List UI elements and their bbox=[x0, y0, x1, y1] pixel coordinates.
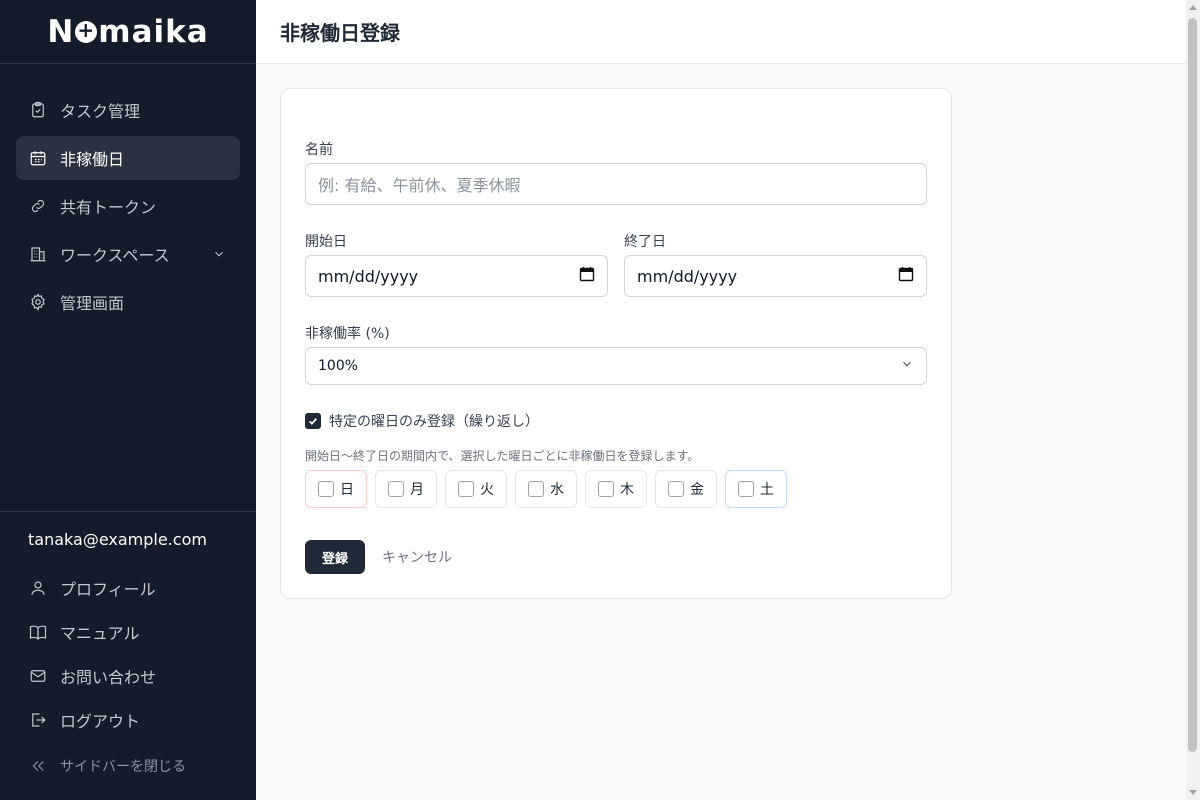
weekday-label: 土 bbox=[760, 482, 774, 498]
weekday-mon[interactable]: 月 bbox=[375, 470, 437, 508]
sidebar-item-label: タスク管理 bbox=[60, 102, 141, 121]
weekday-checkbox[interactable] bbox=[528, 481, 544, 497]
page-header: 非稼働日登録 bbox=[256, 0, 1186, 64]
repeat-checkbox[interactable] bbox=[305, 413, 321, 429]
scroll-up-arrow[interactable] bbox=[1189, 5, 1197, 10]
weekday-sat[interactable]: 土 bbox=[725, 470, 787, 508]
weekday-checkbox[interactable] bbox=[668, 481, 684, 497]
sidebar-item-non-working-days[interactable]: 非稼働日 bbox=[16, 136, 240, 180]
weekday-wed[interactable]: 水 bbox=[515, 470, 577, 508]
name-placeholder: 例: 有給、午前休、夏季休暇 bbox=[318, 176, 521, 195]
profile-label: プロフィール bbox=[60, 580, 156, 599]
sidebar-item-label: 共有トークン bbox=[60, 198, 157, 217]
sidebar-item-label: ワークスペース bbox=[60, 246, 170, 265]
weekday-label: 木 bbox=[620, 482, 634, 498]
contact-link[interactable]: お問い合わせ bbox=[16, 654, 240, 698]
weekday-label: 金 bbox=[690, 482, 704, 498]
sidebar: Nmaika タスク管理 非稼働日 共有トークン ワークスペース 管理画面 ta… bbox=[0, 0, 256, 800]
end-date-value: mm/dd/yyyy bbox=[637, 266, 738, 286]
collapse-sidebar-label: サイドバーを閉じる bbox=[60, 759, 186, 775]
weekday-checkbox[interactable] bbox=[738, 481, 754, 497]
user-email: tanaka@example.com bbox=[28, 530, 207, 549]
chevron-down-icon bbox=[900, 357, 914, 375]
start-date-label: 開始日 bbox=[305, 234, 347, 250]
weekday-fri[interactable]: 金 bbox=[655, 470, 717, 508]
weekday-label: 月 bbox=[410, 482, 424, 498]
user-icon bbox=[28, 578, 48, 598]
sidebar-item-label: 非稼働日 bbox=[60, 150, 125, 169]
sidebar-item-admin[interactable]: 管理画面 bbox=[16, 280, 240, 324]
start-date-input[interactable]: mm/dd/yyyy bbox=[305, 255, 608, 297]
weekday-checkbox[interactable] bbox=[598, 481, 614, 497]
calendar-picker-icon[interactable] bbox=[579, 266, 595, 286]
weekday-label: 水 bbox=[550, 482, 564, 498]
logo-icon bbox=[75, 18, 98, 43]
form-card: 名前 例: 有給、午前休、夏季休暇 開始日 mm/dd/yyyy 終了日 mm/… bbox=[280, 88, 952, 599]
sidebar-item-share-tokens[interactable]: 共有トークン bbox=[16, 184, 240, 228]
weekday-label: 日 bbox=[340, 482, 354, 498]
cancel-button[interactable]: キャンセル bbox=[382, 540, 452, 574]
sidebar-footer: tanaka@example.com プロフィール マニュアル お問い合わせ ロ… bbox=[0, 511, 256, 788]
link-icon bbox=[28, 196, 48, 216]
collapse-sidebar-button[interactable]: サイドバーを閉じる bbox=[16, 744, 240, 788]
vertical-scrollbar[interactable] bbox=[1186, 0, 1200, 800]
end-date-input[interactable]: mm/dd/yyyy bbox=[624, 255, 927, 297]
sidebar-item-label: 管理画面 bbox=[60, 294, 125, 313]
rate-select[interactable]: 100% bbox=[305, 347, 927, 385]
name-label: 名前 bbox=[305, 142, 333, 158]
page-title: 非稼働日登録 bbox=[280, 21, 400, 45]
gear-icon bbox=[28, 292, 48, 312]
weekday-checkbox[interactable] bbox=[458, 481, 474, 497]
weekday-selector: 日 月 火 水 木 金 土 bbox=[305, 470, 795, 508]
book-icon bbox=[28, 622, 48, 642]
logo-area: Nmaika bbox=[0, 0, 256, 64]
mail-icon bbox=[28, 666, 48, 686]
scroll-down-arrow[interactable] bbox=[1189, 790, 1197, 795]
rate-label: 非稼働率 (%) bbox=[305, 326, 390, 342]
repeat-checkbox-row[interactable]: 特定の曜日のみ登録（繰り返し） bbox=[305, 411, 539, 431]
logout-label: ログアウト bbox=[60, 712, 141, 731]
start-date-value: mm/dd/yyyy bbox=[318, 266, 419, 286]
contact-label: お問い合わせ bbox=[60, 668, 157, 687]
calendar-icon bbox=[28, 148, 48, 168]
logout-link[interactable]: ログアウト bbox=[16, 698, 240, 742]
submit-button[interactable]: 登録 bbox=[305, 540, 365, 574]
weekday-checkbox[interactable] bbox=[388, 481, 404, 497]
weekday-tue[interactable]: 火 bbox=[445, 470, 507, 508]
weekday-label: 火 bbox=[480, 482, 494, 498]
building-icon bbox=[28, 244, 48, 264]
end-date-label: 終了日 bbox=[624, 234, 666, 250]
manual-link[interactable]: マニュアル bbox=[16, 610, 240, 654]
weekday-thu[interactable]: 木 bbox=[585, 470, 647, 508]
sidebar-item-tasks[interactable]: タスク管理 bbox=[16, 88, 240, 132]
scroll-thumb[interactable] bbox=[1188, 18, 1197, 752]
chevron-down-icon[interactable] bbox=[212, 246, 228, 262]
manual-label: マニュアル bbox=[60, 624, 140, 643]
rate-value: 100% bbox=[318, 358, 359, 374]
app-logo[interactable]: Nmaika bbox=[47, 14, 208, 50]
calendar-picker-icon[interactable] bbox=[898, 266, 914, 286]
clipboard-icon bbox=[28, 100, 48, 120]
double-chevron-left-icon bbox=[28, 756, 48, 776]
sidebar-item-workspace[interactable]: ワークスペース bbox=[16, 232, 240, 276]
sidebar-nav: タスク管理 非稼働日 共有トークン ワークスペース 管理画面 bbox=[0, 64, 256, 324]
name-input[interactable]: 例: 有給、午前休、夏季休暇 bbox=[305, 163, 927, 205]
repeat-label: 特定の曜日のみ登録（繰り返し） bbox=[329, 414, 539, 430]
logout-icon bbox=[28, 710, 48, 730]
help-text: 開始日〜終了日の期間内で、選択した曜日ごとに非稼働日を登録します。 bbox=[305, 449, 700, 463]
weekday-sun[interactable]: 日 bbox=[305, 470, 367, 508]
profile-link[interactable]: プロフィール bbox=[16, 566, 240, 610]
weekday-checkbox[interactable] bbox=[318, 481, 334, 497]
